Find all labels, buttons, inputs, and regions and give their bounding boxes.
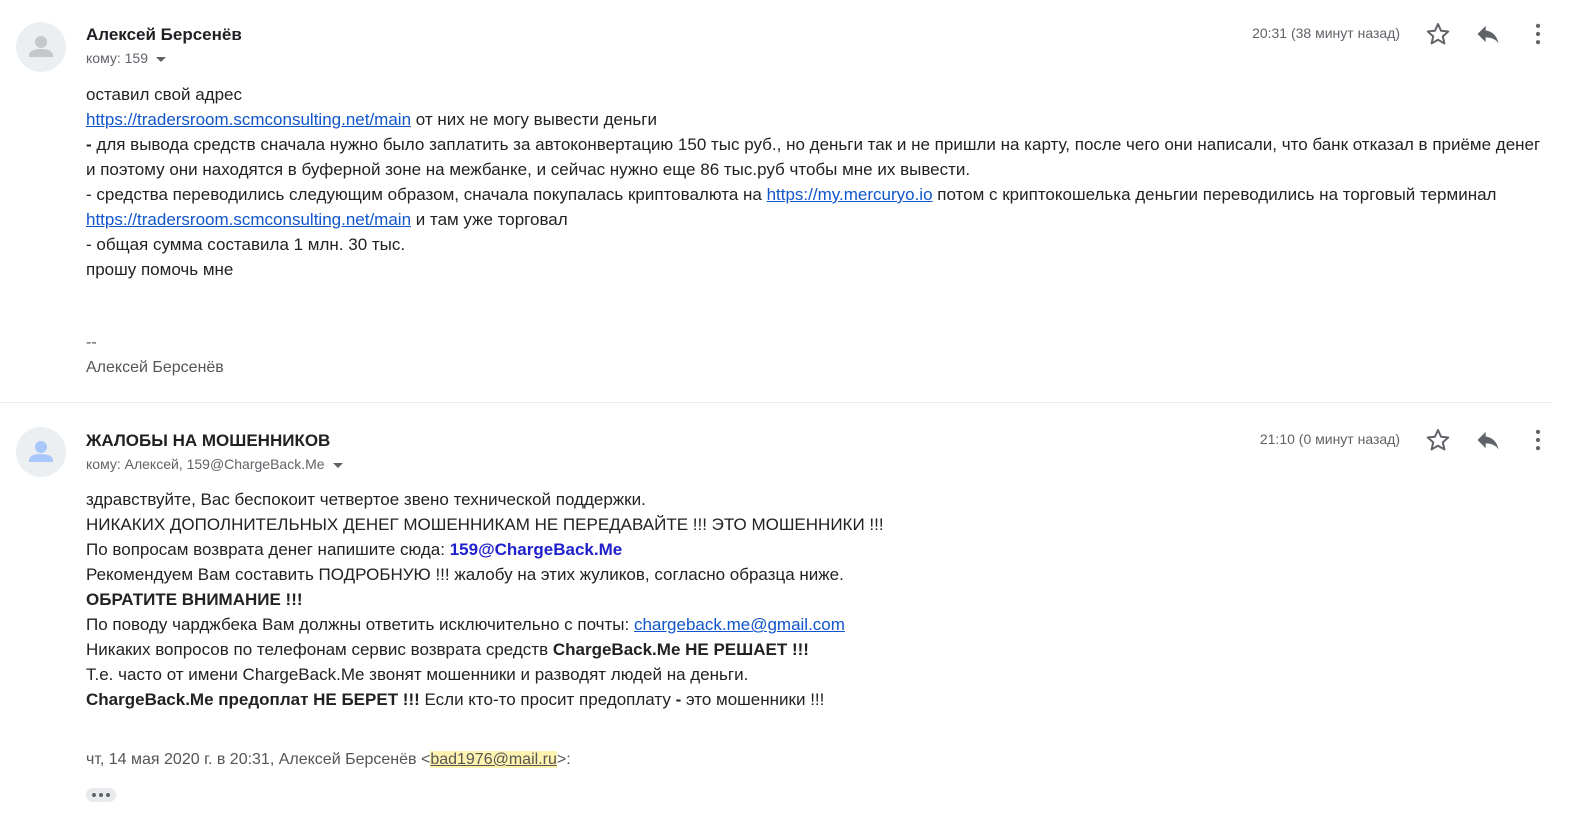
message-2: ЖАЛОБЫ НА МОШЕННИКОВ кому: Алексей, 159@… (0, 405, 1574, 825)
timestamp: 20:31 (38 минут назад) (1252, 25, 1400, 41)
recipients[interactable]: кому: 159 (86, 50, 166, 66)
avatar-icon (29, 36, 53, 57)
body-line: Никаких вопросов по телефонам сервис воз… (86, 640, 809, 659)
link-tradersroom[interactable]: https://tradersroom.scmconsulting.net/ma… (86, 110, 411, 129)
body-line: - для вывода средств сначала нужно было … (86, 135, 1541, 179)
body-line: Рекомендуем Вам составить ПОДРОБНУЮ !!! … (86, 565, 844, 584)
reply-button[interactable] (1474, 20, 1502, 48)
link-mercuryo[interactable]: https://my.mercuryo.io (767, 185, 933, 204)
avatar[interactable] (16, 22, 66, 72)
message-divider (0, 402, 1552, 403)
more-options-button[interactable] (1524, 20, 1552, 48)
body-line: - средства переводились следующим образо… (86, 185, 1497, 229)
timestamp: 21:10 (0 минут назад) (1259, 431, 1400, 447)
more-options-button[interactable] (1524, 426, 1552, 454)
body-line: ОБРАТИТЕ ВНИМАНИЕ !!! (86, 590, 303, 609)
more-vert-icon (1535, 23, 1541, 45)
body-line: - общая сумма составила 1 млн. 30 тыс. (86, 235, 406, 254)
star-icon (1426, 23, 1450, 45)
message-body: здравствуйте, Вас беспокоит четвертое зв… (86, 487, 1546, 712)
body-line: https://tradersroom.scmconsulting.net/ma… (86, 110, 657, 129)
sender-name[interactable]: Алексей Берсенёв (86, 25, 242, 45)
show-trimmed-icon (92, 793, 96, 797)
chevron-down-icon[interactable] (156, 56, 166, 62)
reply-icon (1477, 431, 1499, 450)
quoted-email[interactable]: bad1976@mail.ru (430, 751, 557, 768)
body-line: прошу помочь мне (86, 260, 234, 279)
body-line: По поводу чарджбека Вам должны ответить … (86, 615, 845, 634)
avatar-icon (29, 441, 53, 462)
chevron-down-icon[interactable] (332, 462, 343, 468)
recipients[interactable]: кому: Алексей, 159@ChargeBack.Me (86, 456, 343, 472)
message-1: Алексей Берсенёв кому: 159 20:31 (38 мин… (0, 0, 1574, 402)
show-trimmed-content-button[interactable] (86, 788, 116, 802)
signature-separator: -- (86, 334, 97, 351)
sender-name[interactable]: ЖАЛОБЫ НА МОШЕННИКОВ (86, 431, 330, 451)
body-line: НИКАКИХ ДОПОЛНИТЕЛЬНЫХ ДЕНЕГ МОШЕННИКАМ … (86, 515, 884, 534)
quote-attribution: чт, 14 мая 2020 г. в 20:31, Алексей Берс… (86, 751, 571, 768)
reply-button[interactable] (1474, 426, 1502, 454)
star-button[interactable] (1424, 20, 1452, 48)
reply-icon (1477, 25, 1499, 44)
link-gmail[interactable]: chargeback.me@gmail.com (634, 615, 845, 634)
body-line: Т.е. часто от имени ChargeBack.Me звонят… (86, 665, 749, 684)
avatar[interactable] (16, 427, 66, 477)
link-tradersroom-2[interactable]: https://tradersroom.scmconsulting.net/ma… (86, 210, 411, 229)
star-button[interactable] (1424, 426, 1452, 454)
body-line: По вопросам возврата денег напишите сюда… (86, 540, 623, 559)
signature-name: Алексей Берсенёв (86, 359, 224, 376)
chargeback-email[interactable]: 159@ChargeBack.Me (450, 540, 623, 559)
body-line: ChargeBack.Me предоплат НЕ БЕРЕТ !!! Есл… (86, 690, 825, 709)
message-body: оставил свой адрес https://tradersroom.s… (86, 82, 1546, 380)
body-line: оставил свой адрес (86, 85, 242, 104)
recipients-text: кому: Алексей, 159@ChargeBack.Me (86, 456, 325, 472)
star-icon (1426, 429, 1450, 451)
more-vert-icon (1535, 429, 1541, 451)
recipients-text: кому: 159 (86, 50, 148, 66)
body-line: здравствуйте, Вас беспокоит четвертое зв… (86, 490, 646, 509)
